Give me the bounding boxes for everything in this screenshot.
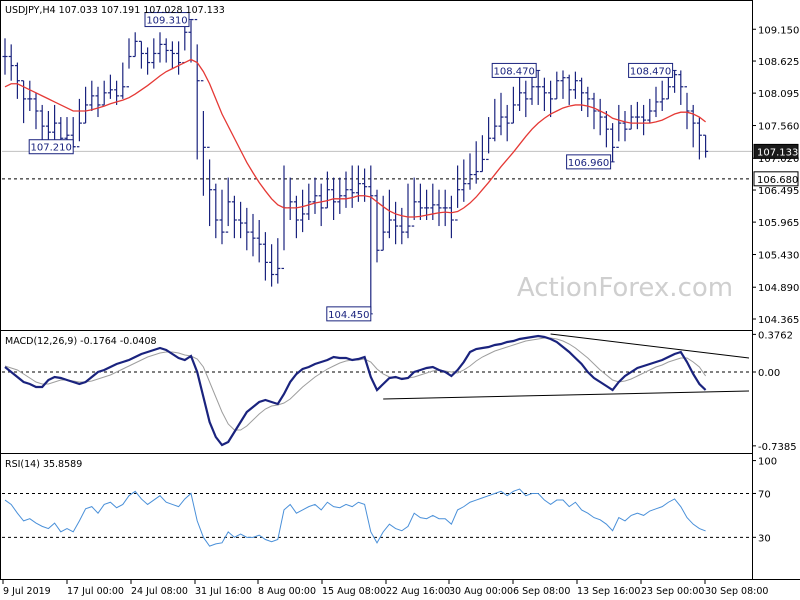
x-tick-label: 17 Jul 00:00 (67, 586, 124, 597)
x-tick-label: 6 Sep 08:00 (513, 586, 570, 597)
annotation-label: 108.470 (630, 66, 671, 77)
price-y-tick-label: 107.560 (758, 122, 799, 133)
price-y-tick-label: 104.365 (758, 315, 799, 326)
rsi-y-tick-label: 30 (758, 533, 771, 544)
x-tick-label: 31 Jul 16:00 (195, 586, 252, 597)
x-tick-label: 24 Jul 08:00 (131, 586, 188, 597)
x-tick-label: 22 Aug 16:00 (386, 586, 450, 597)
price-y-tick-label: 105.965 (758, 218, 799, 229)
annotation-label: 106.960 (568, 158, 609, 169)
macd-y-tick-label: 0.00 (758, 368, 780, 379)
x-tick-label: 23 Sep 00:00 (641, 586, 704, 597)
rsi-title: RSI(14) 35.8589 (5, 459, 82, 470)
price-y-tick-label: 109.150 (758, 25, 799, 36)
price-y-tick-label: 104.890 (758, 283, 799, 294)
rsi-y-tick-label: 100 (758, 457, 777, 468)
watermark: ActionForex.com (517, 273, 733, 303)
price-y-tick-label: 105.430 (758, 251, 799, 262)
x-tick-label: 30 Aug 00:00 (449, 586, 513, 597)
annotation-label: 104.450 (328, 310, 369, 321)
macd-y-tick-label: 0.3762 (758, 330, 793, 341)
annotation-label: 108.470 (494, 66, 535, 77)
price-y-tick-label: 106.495 (758, 186, 799, 197)
x-tick-label: 30 Sep 08:00 (705, 586, 768, 597)
macd-y-tick-label: -0.7385 (758, 442, 797, 453)
price-title: USDJPY,H4 107.033 107.191 107.028 107.13… (5, 5, 225, 16)
annotation-label: 109.310 (146, 16, 187, 27)
price-y-tick-label: 108.625 (758, 57, 799, 68)
annotation-label: 107.210 (31, 143, 72, 154)
x-tick-label: 8 Aug 00:00 (258, 586, 316, 597)
x-tick-label: 9 Jul 2019 (3, 586, 51, 597)
rsi-y-tick-label: 70 (758, 489, 771, 500)
current-price-label: 107.133 (757, 147, 798, 158)
x-tick-label: 15 Aug 08:00 (322, 586, 386, 597)
macd-title: MACD(12,26,9) -0.1764 -0.0408 (5, 336, 157, 347)
price-y-tick-label: 108.095 (758, 89, 799, 100)
support-price-label: 106.680 (757, 175, 798, 186)
chart-canvas: ActionForex.com 109.150 108.625 108.095 107.… (0, 0, 800, 600)
x-tick-label: 13 Sep 16:00 (577, 586, 640, 597)
